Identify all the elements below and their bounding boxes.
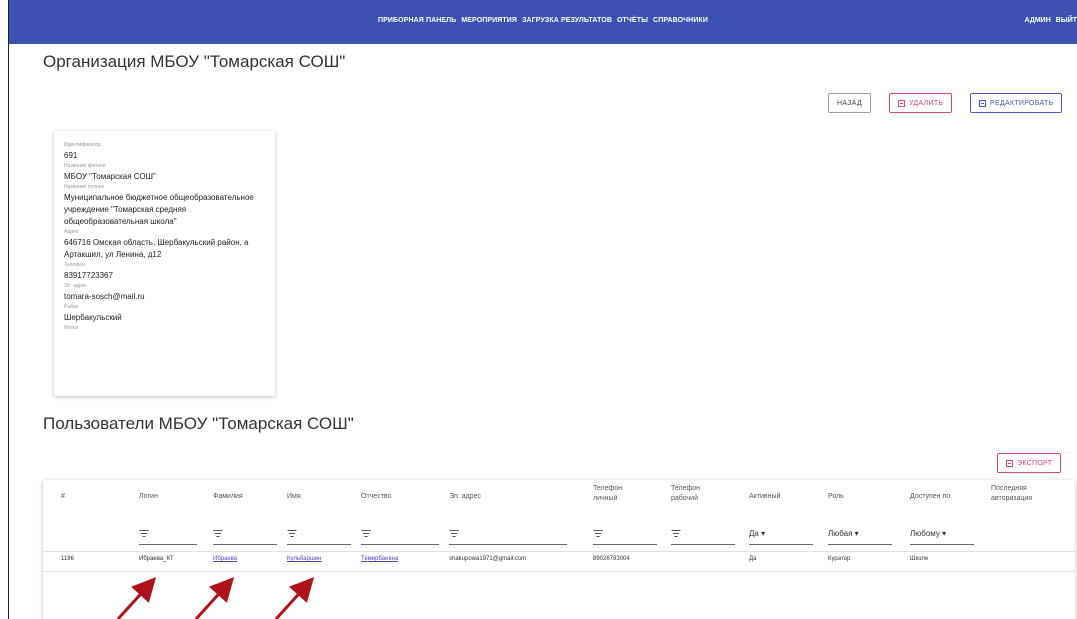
users-section-title: Пользователи МБОУ "Томарская СОШ" [43,414,354,433]
filter-login[interactable] [139,527,197,545]
field-label-address: Адрес [64,229,79,235]
column-header-num[interactable]: # [61,492,65,502]
nav-dashboard[interactable]: ПРИБОРНАЯ ПАНЕЛЬ [378,17,456,24]
filter-email[interactable] [449,527,567,545]
filter-icon [139,530,148,537]
filter-role-value: Любая ▾ [828,529,859,538]
filter-icon [671,530,680,537]
nav-logout[interactable]: ВЫЙТ [1056,17,1077,24]
cell-login: Ибраева_КТ [139,556,174,562]
column-header-phone-work[interactable]: Телефон рабочий [671,484,713,504]
column-header-email[interactable]: Эл. адрес [449,492,481,502]
field-label-tags: Метки [64,325,79,331]
field-label-full-name: Название полное [64,184,105,190]
delete-icon [898,99,905,107]
back-button-label: НАЗАД [837,99,863,107]
nav-admin[interactable]: АДМИН [1025,17,1051,24]
filter-active-select[interactable]: Да ▾ [749,527,813,545]
top-navigation-bar: ПРИБОРНАЯ ПАНЕЛЬ МЕРОПРИЯТИЯ ЗАГРУЗКА РЕ… [9,0,1077,44]
cell-email: shakupowa1971@gmail.com [449,556,527,562]
app-window: ПРИБОРНАЯ ПАНЕЛЬ МЕРОПРИЯТИЯ ЗАГРУЗКА РЕ… [8,0,1077,619]
filter-icon [449,530,458,537]
page-title: Организация МБОУ "Томарская СОШ" [43,52,346,71]
cell-patronymic-link[interactable]: Темирбаевна [361,556,398,562]
field-value-address: 646716 Омская область, Шербакульский рай… [64,238,249,259]
column-header-access[interactable]: Доступен по [910,492,950,502]
nav-events[interactable]: МЕРОПРИЯТИЯ [461,17,517,24]
nav-directories[interactable]: СПРАВОЧНИКИ [653,17,708,24]
column-header-phone-personal[interactable]: Телефон личный [593,484,635,504]
filter-patronymic[interactable] [361,527,439,545]
filter-phone-personal[interactable] [593,527,657,545]
nav-upload-results[interactable]: ЗАГРУЗКА РЕЗУЛЬТАТОВ [522,17,612,24]
field-label-id: Идентификатор [64,142,101,148]
field-value-phone: 83917723367 [64,271,113,280]
column-header-login[interactable]: Логин [139,492,158,502]
cell-num: 1186 [61,556,74,562]
delete-button[interactable]: УДАЛИТЬ [889,93,953,113]
filter-icon [213,530,222,537]
field-value-id: 691 [64,151,78,160]
edit-icon [979,99,986,107]
field-label-short-name: Название краткое [64,163,106,169]
field-label-email: Эл. адрес [64,283,87,289]
edit-button[interactable]: РЕДАКТИРОВАТЬ [970,93,1063,113]
table-row-divider [43,571,1075,572]
field-label-phone: Телефон [64,262,85,268]
cell-surname-link[interactable]: Ибраева [213,556,237,562]
column-header-name[interactable]: Имя [287,492,301,502]
users-table: # Логин Фамилия Имя Отчество Эл. адрес Т… [43,480,1075,619]
back-button[interactable]: НАЗАД [828,93,872,113]
column-header-patronymic[interactable]: Отчество [361,492,391,502]
export-button-label: ЭКСПОРТ [1017,459,1053,467]
cell-active: Да [749,556,757,562]
filter-active-value: Да ▾ [749,529,766,538]
field-value-email: tomara-sosch@mail.ru [64,292,145,301]
cell-name-link[interactable]: Кульбаршин [287,556,321,562]
filter-phone-work[interactable] [671,527,735,545]
table-divider [43,551,1075,552]
filter-icon [361,530,370,537]
cell-role: Куратор [828,556,851,562]
column-header-last-auth[interactable]: Последняя авторизация [991,484,1053,504]
column-header-role[interactable]: Роль [828,492,844,502]
filter-access-value: Любому ▾ [910,529,947,538]
user-nav: АДМИН ВЫЙТ [1025,17,1077,24]
delete-button-label: УДАЛИТЬ [909,99,944,107]
cell-access: Школе [910,556,929,562]
field-value-short-name: МБОУ "Томарская СОШ" [64,172,156,181]
column-header-surname[interactable]: Фамилия [213,492,243,502]
filter-surname[interactable] [213,527,277,545]
export-button[interactable]: ЭКСПОРТ [997,453,1062,473]
filter-role-select[interactable]: Любая ▾ [828,527,892,545]
nav-reports[interactable]: ОТЧЁТЫ [617,17,648,24]
filter-name[interactable] [287,527,351,545]
column-header-active[interactable]: Активный [749,492,780,502]
filter-icon [593,530,602,537]
cell-phone-personal: 89026793004 [593,556,630,562]
main-nav: ПРИБОРНАЯ ПАНЕЛЬ МЕРОПРИЯТИЯ ЗАГРУЗКА РЕ… [9,17,1077,24]
edit-button-label: РЕДАКТИРОВАТЬ [990,99,1054,107]
filter-access-select[interactable]: Любому ▾ [910,527,974,545]
field-value-full-name: Муниципальное бюджетное общеобразователь… [64,193,254,226]
filter-icon [287,530,296,537]
organization-card: Идентификатор 691 Название краткое МБОУ … [54,131,275,396]
field-label-district: Район [64,304,79,310]
export-icon [1006,459,1013,467]
field-value-district: Шербакульский [64,313,122,322]
